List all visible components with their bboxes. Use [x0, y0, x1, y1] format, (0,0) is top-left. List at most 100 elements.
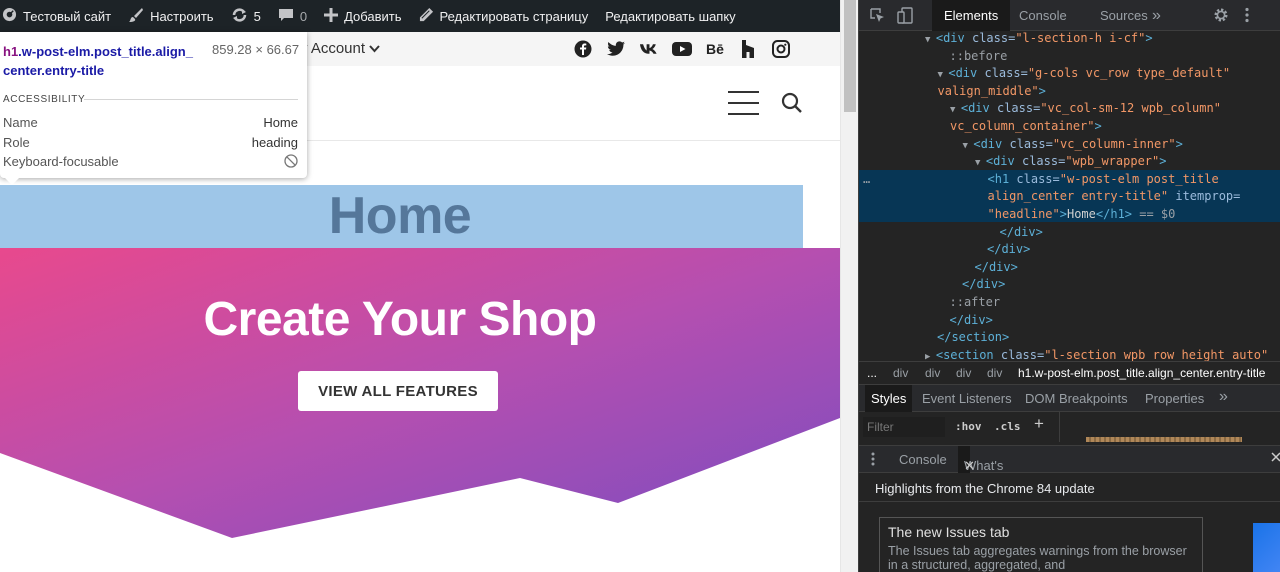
settings-gear-icon[interactable] [1213, 7, 1229, 26]
dom-closing-tag[interactable]: </div> [1000, 224, 1043, 241]
whats-new-heading: Highlights from the Chrome 84 update [875, 481, 1095, 496]
inspect-element-icon[interactable] [869, 7, 885, 26]
tab-dom-breakpoints[interactable]: DOM Breakpoints [1025, 391, 1128, 406]
dom-node[interactable]: ▼ <div class="wpb_wrapper"> [975, 153, 1166, 172]
plus-icon [324, 7, 339, 25]
more-subtabs-button[interactable]: » [1219, 388, 1228, 406]
expanded-triangle-icon: ▼ [950, 105, 961, 115]
feature-card[interactable]: The new Issues tab The Issues tab aggreg… [879, 517, 1203, 572]
dom-attr-value: vc_column_container" [950, 119, 1095, 133]
close-drawer-icon[interactable] [1271, 450, 1280, 467]
vk-icon[interactable] [639, 39, 659, 59]
admin-bar-edit-header[interactable]: Редактировать шапку [605, 0, 735, 32]
new-style-rule-button[interactable]: + [1034, 414, 1044, 434]
inspect-tooltip: h1.w-post-elm.post_title.align_ center.en… [0, 32, 307, 185]
dom-pseudo-element[interactable]: ::after [950, 294, 1001, 311]
expanded-triangle-icon: ▼ [937, 70, 949, 80]
dom-node[interactable]: ▼ <div class="vc_col-sm-12 wpb_column" [950, 100, 1221, 119]
dom-node-selected[interactable]: <h1 class="w-post-elm post_title [988, 171, 1219, 188]
behance-icon[interactable]: Bē [705, 39, 725, 59]
dom-tag: </div> [962, 277, 1006, 291]
breadcrumb-item[interactable]: div [956, 366, 971, 380]
page-title-highlight: Home [0, 185, 803, 248]
dom-attr-name: class= [971, 31, 1016, 45]
breadcrumb-ellipsis[interactable]: ... [867, 366, 877, 380]
dom-node-continuation[interactable]: valign_middle"> [938, 83, 1046, 100]
dom-tree[interactable]: ▼ <div class="l-section-h i-cf">::before… [859, 31, 1280, 361]
dom-attr-name: itemprop= [1168, 189, 1241, 203]
dom-node[interactable]: ▼ <div class="g-cols vc_row type_default… [938, 65, 1231, 84]
dom-closing-tag[interactable]: </div> [950, 312, 993, 329]
drawer-tabbar: Console What's New ✕ [859, 445, 1280, 500]
styles-filter-input[interactable]: Filter [863, 417, 945, 437]
dom-attr-name: class= [996, 101, 1041, 115]
more-options-icon[interactable] [1245, 7, 1249, 26]
device-toolbar-icon[interactable] [897, 7, 915, 27]
dom-closing-tag[interactable]: </section> [937, 329, 1009, 346]
drawer-menu-icon[interactable] [871, 452, 875, 469]
tooltip-row-value: Home [263, 115, 298, 130]
dom-closing-tag[interactable]: </div> [975, 259, 1018, 276]
dashboard-icon [2, 7, 17, 25]
divider [859, 501, 1280, 502]
dom-attr-name: class= [1021, 154, 1066, 168]
hov-toggle[interactable]: :hov [955, 420, 982, 433]
tab-console[interactable]: Console [1019, 0, 1067, 31]
breadcrumb-item[interactable]: div [925, 366, 940, 380]
breadcrumb-item[interactable]: div [987, 366, 1002, 380]
dom-closing-tag[interactable]: </div> [962, 276, 1005, 293]
tooltip-accessibility-heading: ACCESSIBILITY [3, 94, 86, 105]
youtube-icon[interactable] [672, 39, 692, 59]
drawer-tab-console[interactable]: Console [899, 452, 947, 467]
breadcrumb-item[interactable]: div [893, 366, 908, 380]
instagram-icon[interactable] [771, 39, 791, 59]
dom-tag: > [1059, 207, 1067, 221]
admin-bar-edit-page[interactable]: Редактировать страницу [419, 0, 588, 32]
dom-tag: > [1159, 154, 1167, 168]
brush-icon [128, 7, 144, 26]
comments-count: 0 [299, 8, 308, 24]
dom-attr-name: class= [1000, 348, 1045, 361]
tooltip-dimensions: 859.28 × 66.67 [212, 42, 300, 57]
account-menu-label: y Account [300, 40, 366, 57]
twitter-icon[interactable] [606, 39, 626, 59]
dom-tag: > [1175, 137, 1183, 151]
dom-tag: <section [935, 348, 1001, 361]
tab-event-listeners[interactable]: Event Listeners [922, 391, 1012, 406]
expanded-triangle-icon: ▼ [962, 141, 974, 151]
tab-sources[interactable]: Sources [1100, 0, 1148, 31]
dom-pseudo-element[interactable]: ::before [950, 48, 1008, 65]
dom-closing-tag[interactable]: </div> [987, 241, 1030, 258]
tab-properties[interactable]: Properties [1145, 391, 1204, 406]
dom-tag: </div> [987, 242, 1031, 256]
view-all-features-button[interactable]: VIEW ALL FEATURES [298, 371, 498, 411]
dom-node[interactable]: ▼ <div class="l-section-h i-cf"> [925, 31, 1153, 49]
expanded-triangle-icon: ▼ [925, 35, 936, 45]
comments-icon [278, 7, 294, 26]
admin-bar-customize[interactable]: Настроить [128, 0, 214, 32]
facebook-icon[interactable] [573, 39, 593, 59]
tab-styles[interactable]: Styles [865, 385, 913, 412]
hamburger-menu-icon[interactable] [728, 91, 759, 115]
box-model-margin [1086, 437, 1242, 442]
add-new-label: Добавить [344, 8, 402, 24]
search-icon[interactable] [781, 92, 803, 119]
more-tabs-button[interactable]: » [1152, 0, 1161, 31]
admin-bar-updates[interactable]: 5 [231, 0, 261, 32]
houzz-icon[interactable] [738, 39, 758, 59]
admin-bar-site[interactable]: Тестовый сайт [2, 0, 111, 32]
page-scrollbar[interactable] [840, 0, 858, 572]
dom-node-continuation[interactable]: vc_column_container"> [950, 118, 1102, 135]
account-menu[interactable]: y Account [300, 40, 380, 57]
dom-node[interactable]: ▶ <section class="l-section wpb_row heig… [925, 347, 1268, 361]
collapsed-triangle-icon: ▶ [925, 352, 936, 361]
admin-bar-comments[interactable]: 0 [278, 0, 307, 32]
drawer-tab-whats-new[interactable]: What's New ✕ [958, 446, 1003, 500]
cls-toggle[interactable]: .cls [994, 420, 1021, 433]
scrollbar-thumb[interactable] [844, 0, 856, 112]
dom-selected-marker: == $0 [1132, 207, 1176, 221]
breadcrumb-item-active[interactable]: h1.w-post-elm.post_title.align_center.en… [1018, 366, 1265, 380]
admin-bar-new[interactable]: Добавить [324, 0, 402, 32]
tab-elements[interactable]: Elements [932, 0, 1011, 31]
dom-attr-value: "headline" [987, 207, 1060, 221]
